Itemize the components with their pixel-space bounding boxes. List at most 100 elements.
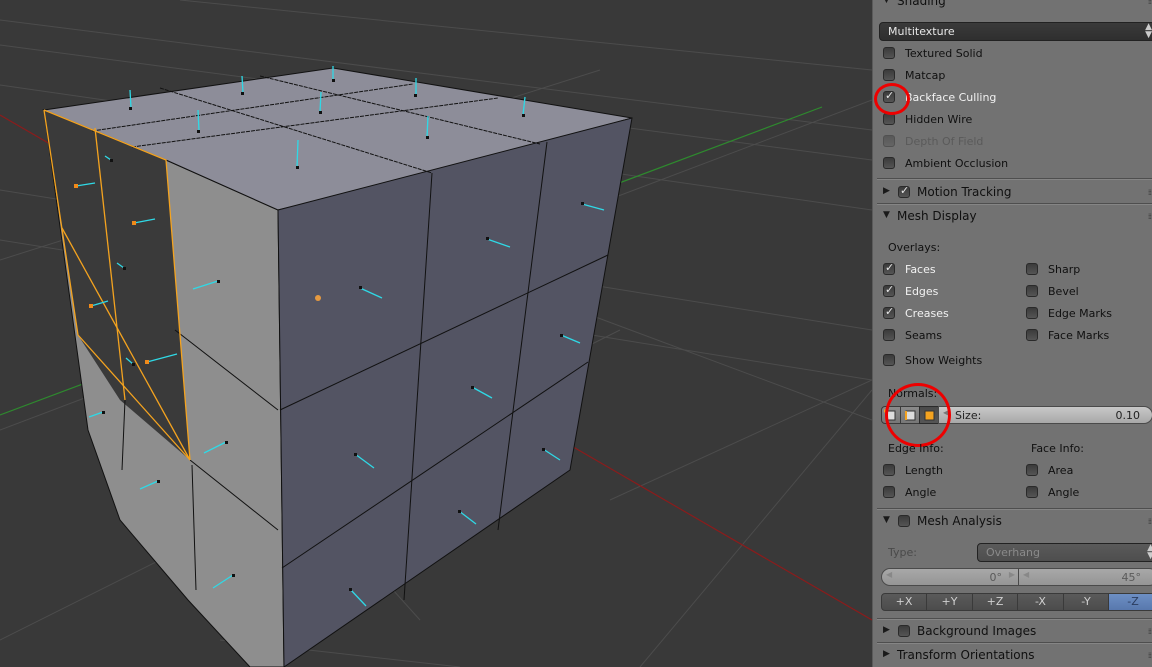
collapse-triangle-icon: ▶	[883, 186, 890, 196]
depth-of-field-checkbox[interactable]	[883, 135, 895, 147]
drag-grip-icon[interactable]: ⁞⁞	[1148, 212, 1152, 221]
sharp-checkbox[interactable]	[1026, 263, 1038, 275]
analysis-type-value: Overhang	[986, 546, 1040, 559]
motion-tracking-checkbox[interactable]	[898, 184, 910, 198]
depth-of-field-label: Depth Of Field	[905, 135, 984, 148]
collapse-triangle-icon: ▶	[883, 649, 890, 659]
drag-grip-icon[interactable]: ⁞⁞	[1148, 517, 1152, 526]
background-images-panel-header[interactable]: ▶ Background Images ⁞⁞	[873, 621, 1152, 643]
creases-label: Creases	[905, 307, 949, 320]
axis-plus-y-button[interactable]: +Y	[926, 593, 973, 611]
decrement-arrow-icon[interactable]: ◀	[886, 570, 892, 579]
face-angle-label: Angle	[1048, 486, 1080, 499]
textured-solid-checkbox[interactable]	[883, 47, 895, 59]
hidden-wire-label: Hidden Wire	[905, 113, 973, 126]
faces-label: Faces	[905, 263, 936, 276]
shading-header-label: Shading	[897, 0, 946, 8]
divider	[877, 618, 1152, 620]
edge-marks-label: Edge Marks	[1048, 307, 1113, 320]
axis-minus-y-button[interactable]: -Y	[1063, 593, 1109, 611]
collapse-triangle-icon: ▶	[883, 625, 890, 635]
faces-checkbox[interactable]	[883, 261, 895, 275]
annotation-circle-backface	[874, 83, 910, 115]
background-images-checkbox[interactable]	[898, 625, 910, 637]
face-area-label: Area	[1048, 464, 1074, 477]
overhang-max-field[interactable]: ◀ 45°	[1018, 568, 1152, 586]
overlays-label: Overlays:	[888, 241, 941, 254]
bevel-label: Bevel	[1048, 285, 1079, 298]
motion-tracking-label: Motion Tracking	[917, 185, 1012, 199]
axis-minus-x-button[interactable]: -X	[1017, 593, 1064, 611]
transform-orientations-label: Transform Orientations	[897, 648, 1035, 662]
edges-checkbox[interactable]	[883, 283, 895, 297]
divider	[877, 203, 1152, 205]
textured-solid-label: Textured Solid	[905, 47, 983, 60]
size-label: Size:	[955, 409, 982, 422]
drag-grip-icon[interactable]: ⁞⁞	[1148, 0, 1152, 6]
background-images-label: Background Images	[917, 624, 1037, 638]
face-marks-label: Face Marks	[1048, 329, 1110, 342]
mesh-display-label: Mesh Display	[897, 209, 977, 223]
divider	[877, 508, 1152, 510]
increment-arrow-icon[interactable]: ▶	[1009, 570, 1015, 579]
3d-viewport[interactable]	[0, 0, 872, 667]
shading-panel-header[interactable]: ▼ Shading ⁞⁞	[873, 0, 1152, 13]
expand-triangle-icon: ▼	[883, 0, 890, 5]
sharp-label: Sharp	[1048, 263, 1081, 276]
drag-grip-icon[interactable]: ⁞⁞	[1148, 188, 1152, 197]
creases-checkbox[interactable]	[883, 305, 895, 319]
edge-info-label: Edge Info:	[888, 442, 944, 455]
object-origin	[315, 295, 321, 301]
normal-size-field[interactable]: ◀ Size: 0.10	[938, 406, 1152, 424]
updown-arrows-icon: ▲▼	[1145, 22, 1152, 40]
mesh-analysis-label: Mesh Analysis	[917, 514, 1002, 528]
cube-front-face[interactable]	[277, 117, 633, 667]
edge-length-checkbox[interactable]	[883, 464, 895, 476]
mesh-analysis-checkbox[interactable]	[898, 515, 910, 527]
analysis-type-dropdown[interactable]: Overhang ▲▼	[977, 543, 1152, 562]
edge-angle-label: Angle	[905, 486, 937, 499]
edges-label: Edges	[905, 285, 939, 298]
updown-arrows-icon: ▲▼	[1147, 544, 1152, 561]
show-weights-label: Show Weights	[905, 354, 983, 367]
viewport-scene[interactable]	[0, 0, 872, 667]
face-angle-checkbox[interactable]	[1026, 486, 1038, 498]
divider	[877, 178, 1152, 180]
face-marks-checkbox[interactable]	[1026, 329, 1038, 341]
edge-length-label: Length	[905, 464, 943, 477]
mesh-analysis-panel-header[interactable]: ▼ Mesh Analysis ⁞⁞	[873, 511, 1152, 533]
size-value: 0.10	[1115, 409, 1141, 422]
show-weights-checkbox[interactable]	[883, 354, 895, 366]
drag-grip-icon[interactable]: ⁞⁞	[1148, 627, 1152, 636]
transform-orientations-panel-header[interactable]: ▶ Transform Orientations ⁞⁞	[873, 645, 1152, 667]
bevel-checkbox[interactable]	[1026, 285, 1038, 297]
shading-mode-value: Multitexture	[888, 25, 955, 38]
shading-mode-dropdown[interactable]: Multitexture ▲ ▼	[879, 22, 1152, 41]
expand-triangle-icon: ▼	[883, 210, 890, 220]
face-info-label: Face Info:	[1031, 442, 1084, 455]
backface-culling-label: Backface Culling	[905, 91, 997, 104]
drag-grip-icon[interactable]: ⁞⁞	[1148, 651, 1152, 660]
face-area-checkbox[interactable]	[1026, 464, 1038, 476]
type-label: Type:	[888, 546, 917, 559]
mesh-display-panel-header[interactable]: ▼ Mesh Display ⁞⁞	[873, 206, 1152, 228]
overhang-max-value: 45°	[1121, 571, 1142, 584]
annotation-circle-normals	[885, 383, 951, 447]
overhang-min-value: 0°	[989, 571, 1003, 584]
matcap-label: Matcap	[905, 69, 946, 82]
overhang-min-field[interactable]: ◀ 0° ▶	[881, 568, 1019, 586]
axis-minus-z-button[interactable]: -Z	[1108, 593, 1152, 611]
axis-plus-z-button[interactable]: +Z	[972, 593, 1018, 611]
seams-checkbox[interactable]	[883, 329, 895, 341]
motion-tracking-panel-header[interactable]: ▶ Motion Tracking ⁞⁞	[873, 182, 1152, 204]
edge-marks-checkbox[interactable]	[1026, 307, 1038, 319]
divider	[877, 642, 1152, 644]
expand-triangle-icon: ▼	[883, 515, 890, 525]
axis-plus-x-button[interactable]: +X	[881, 593, 927, 611]
edge-angle-checkbox[interactable]	[883, 486, 895, 498]
ambient-occlusion-checkbox[interactable]	[883, 157, 895, 169]
decrement-arrow-icon[interactable]: ◀	[1023, 570, 1029, 579]
properties-panel: ▼ Shading ⁞⁞ Multitexture ▲ ▼ Textured So…	[872, 0, 1152, 667]
matcap-checkbox[interactable]	[883, 69, 895, 81]
seams-label: Seams	[905, 329, 942, 342]
